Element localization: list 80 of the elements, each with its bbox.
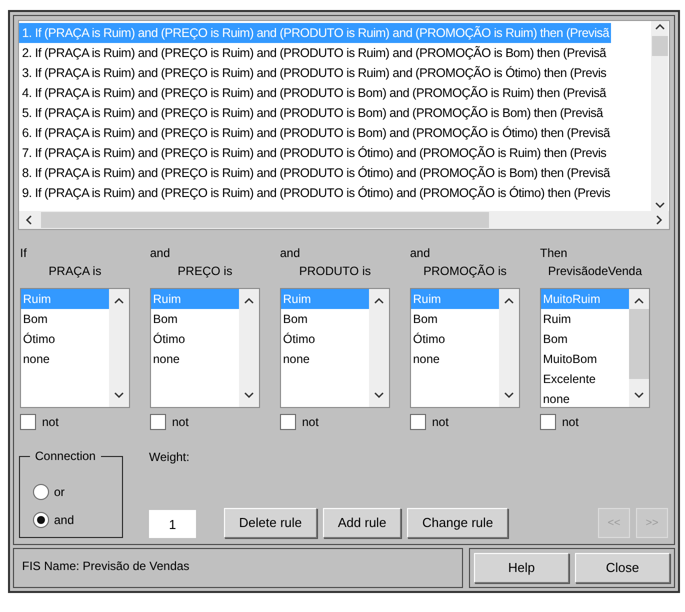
rule-item[interactable]: 2. If (PRAÇA is Ruim) and (PREÇO is Ruim) and (PRODUTO is Ruim) and (PROMOÇÃO is Bom) then (Previsã — [19, 43, 608, 63]
list-item[interactable]: none — [541, 389, 629, 407]
fis-name-bar: FIS Name: Previsão de Vendas — [13, 548, 463, 588]
rule-item[interactable]: 3. If (PRAÇA is Ruim) and (PREÇO is Ruim) and (PRODUTO is Ruim) and (PROMOÇÃO is Ótimo) then (Previs — [19, 63, 608, 83]
listbox[interactable]: Ruim Bom Ótimo none — [150, 288, 260, 408]
list-item[interactable]: Ruim — [541, 309, 629, 329]
radio-button[interactable] — [33, 484, 49, 500]
rule-button[interactable]: Add rule — [322, 508, 402, 538]
scroll-up-icon[interactable] — [114, 297, 124, 305]
rule-button[interactable]: Change rule — [407, 508, 508, 538]
rule-item[interactable]: 7. If (PRAÇA is Ruim) and (PREÇO is Ruim) and (PRODUTO is Ótimo) and (PROMOÇÃO is Ruim) then (Previs — [19, 143, 608, 163]
connector-label: If — [20, 245, 27, 262]
footer-button[interactable]: Close — [575, 553, 670, 583]
list-item[interactable]: Ótimo — [411, 329, 499, 349]
rule-item[interactable]: 4. If (PRAÇA is Ruim) and (PREÇO is Ruim) and (PRODUTO is Bom) and (PROMOÇÃO is Ruim) then (Previsã — [19, 83, 608, 103]
variable-label: PREÇO is — [178, 263, 232, 280]
scroll-down-icon[interactable] — [114, 391, 124, 399]
scroll-up-icon[interactable] — [504, 297, 514, 305]
rule-item[interactable]: 9. If (PRAÇA is Ruim) and (PREÇO is Ruim) and (PRODUTO is Ótimo) and (PROMOÇÃO is Ótimo) then (Previs — [19, 183, 612, 203]
list-item[interactable]: none — [151, 349, 239, 369]
radio-label: and — [54, 512, 74, 529]
variable-label: PrevisãodeVenda — [548, 263, 642, 280]
list-item[interactable]: Bom — [21, 309, 109, 329]
scrollbar[interactable] — [651, 21, 668, 211]
list-item[interactable]: Excelente — [541, 369, 629, 389]
listbox[interactable]: Ruim Bom Ótimo none — [410, 288, 520, 408]
connector-label: and — [410, 245, 430, 262]
checkbox-label: not — [302, 414, 319, 430]
rule-item[interactable]: 5. If (PRAÇA is Ruim) and (PREÇO is Ruim) and (PRODUTO is Bom) and (PROMOÇÃO is Bom) then (Previsã — [19, 103, 605, 123]
list-item[interactable]: Bom — [541, 329, 629, 349]
footer-button[interactable]: Help — [474, 553, 569, 583]
scroll-left-icon[interactable] — [25, 215, 33, 225]
radio-label: or — [54, 484, 65, 501]
listbox[interactable]: Ruim Bom Ótimo none — [20, 288, 130, 408]
connector-label: and — [150, 245, 170, 262]
scroll-down-icon[interactable] — [374, 391, 384, 399]
not-checkbox[interactable] — [410, 414, 426, 430]
checkbox-label: not — [562, 414, 579, 430]
connector-label: and — [280, 245, 300, 262]
scroll-up-icon[interactable] — [244, 297, 254, 305]
list-item[interactable]: MuitoBom — [541, 349, 629, 369]
scroll-up-icon[interactable] — [634, 297, 644, 305]
not-checkbox[interactable] — [540, 414, 556, 430]
weight-field[interactable]: 1 — [149, 510, 196, 538]
list-item[interactable]: none — [281, 349, 369, 369]
scroll-thumb[interactable] — [652, 36, 668, 56]
list-item[interactable]: Ótimo — [151, 329, 239, 349]
list-item[interactable]: Bom — [151, 309, 239, 329]
checkbox-label: not — [42, 414, 59, 430]
scroll-right-icon[interactable] — [655, 215, 663, 225]
not-checkbox[interactable] — [150, 414, 166, 430]
listbox[interactable]: Ruim Bom Ótimo none — [280, 288, 390, 408]
scroll-up-icon[interactable] — [374, 297, 384, 305]
weight-label: Weight: — [149, 449, 190, 466]
rule-button[interactable]: Delete rule — [224, 508, 317, 538]
rule-item[interactable]: 6. If (PRAÇA is Ruim) and (PREÇO is Ruim) and (PRODUTO is Bom) and (PROMOÇÃO is Ótimo) then (Previsã — [19, 123, 612, 143]
scroll-down-icon[interactable] — [504, 391, 514, 399]
scroll-down-icon[interactable] — [244, 391, 254, 399]
variable-label: PROMOÇÃO is — [423, 263, 507, 280]
list-item[interactable]: Ótimo — [281, 329, 369, 349]
horizontal-scrollbar[interactable] — [19, 211, 669, 229]
scroll-down-icon[interactable] — [654, 201, 664, 209]
list-item[interactable]: none — [411, 349, 499, 369]
list-item[interactable]: Ótimo — [21, 329, 109, 349]
rule-item[interactable]: 8. If (PRAÇA is Ruim) and (PREÇO is Ruim) and (PRODUTO is Ótimo) and (PROMOÇÃO is Bom) then (Previsã — [19, 163, 612, 183]
list-item[interactable]: Bom — [411, 309, 499, 329]
variable-label: PRODUTO is — [299, 263, 371, 280]
checkbox-label: not — [172, 414, 189, 430]
not-checkbox[interactable] — [280, 414, 296, 430]
scroll-thumb[interactable] — [41, 212, 489, 228]
scroll-down-icon[interactable] — [634, 391, 644, 399]
connector-label: Then — [540, 245, 568, 262]
scroll-thumb[interactable] — [629, 309, 649, 379]
scroll-up-icon[interactable] — [654, 23, 664, 31]
list-item[interactable]: none — [21, 349, 109, 369]
list-item[interactable]: Bom — [281, 309, 369, 329]
radio-button[interactable] — [33, 512, 49, 528]
checkbox-label: not — [432, 414, 449, 430]
not-checkbox[interactable] — [20, 414, 36, 430]
variable-label: PRAÇA is — [48, 263, 102, 280]
